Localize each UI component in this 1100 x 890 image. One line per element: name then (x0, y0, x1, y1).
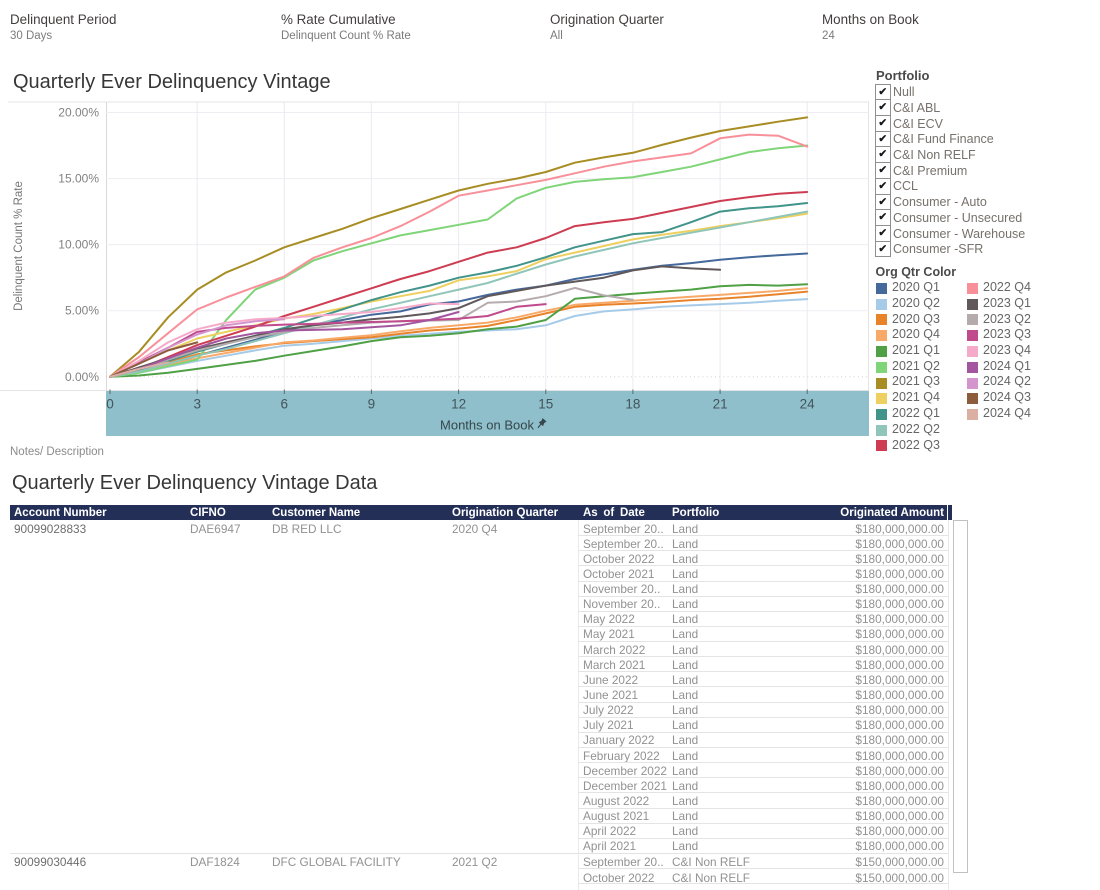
svg-text:21: 21 (713, 397, 728, 412)
svg-text:6: 6 (281, 397, 289, 412)
svg-text:9: 9 (368, 397, 376, 412)
svg-text:18: 18 (625, 397, 640, 412)
svg-text:10.00%: 10.00% (58, 238, 99, 252)
svg-text:12: 12 (451, 397, 466, 412)
svg-text:0.00%: 0.00% (65, 370, 99, 384)
svg-text:Delinquent Count % Rate: Delinquent Count % Rate (13, 181, 25, 311)
svg-text:15.00%: 15.00% (58, 172, 99, 186)
svg-text:5.00%: 5.00% (65, 304, 99, 318)
svg-text:15: 15 (538, 397, 553, 412)
svg-text:24: 24 (800, 397, 816, 412)
svg-text:3: 3 (193, 397, 201, 412)
svg-text:0: 0 (106, 397, 114, 412)
svg-text:20.00%: 20.00% (58, 106, 99, 120)
svg-text:Months on Book: Months on Book (440, 418, 534, 433)
